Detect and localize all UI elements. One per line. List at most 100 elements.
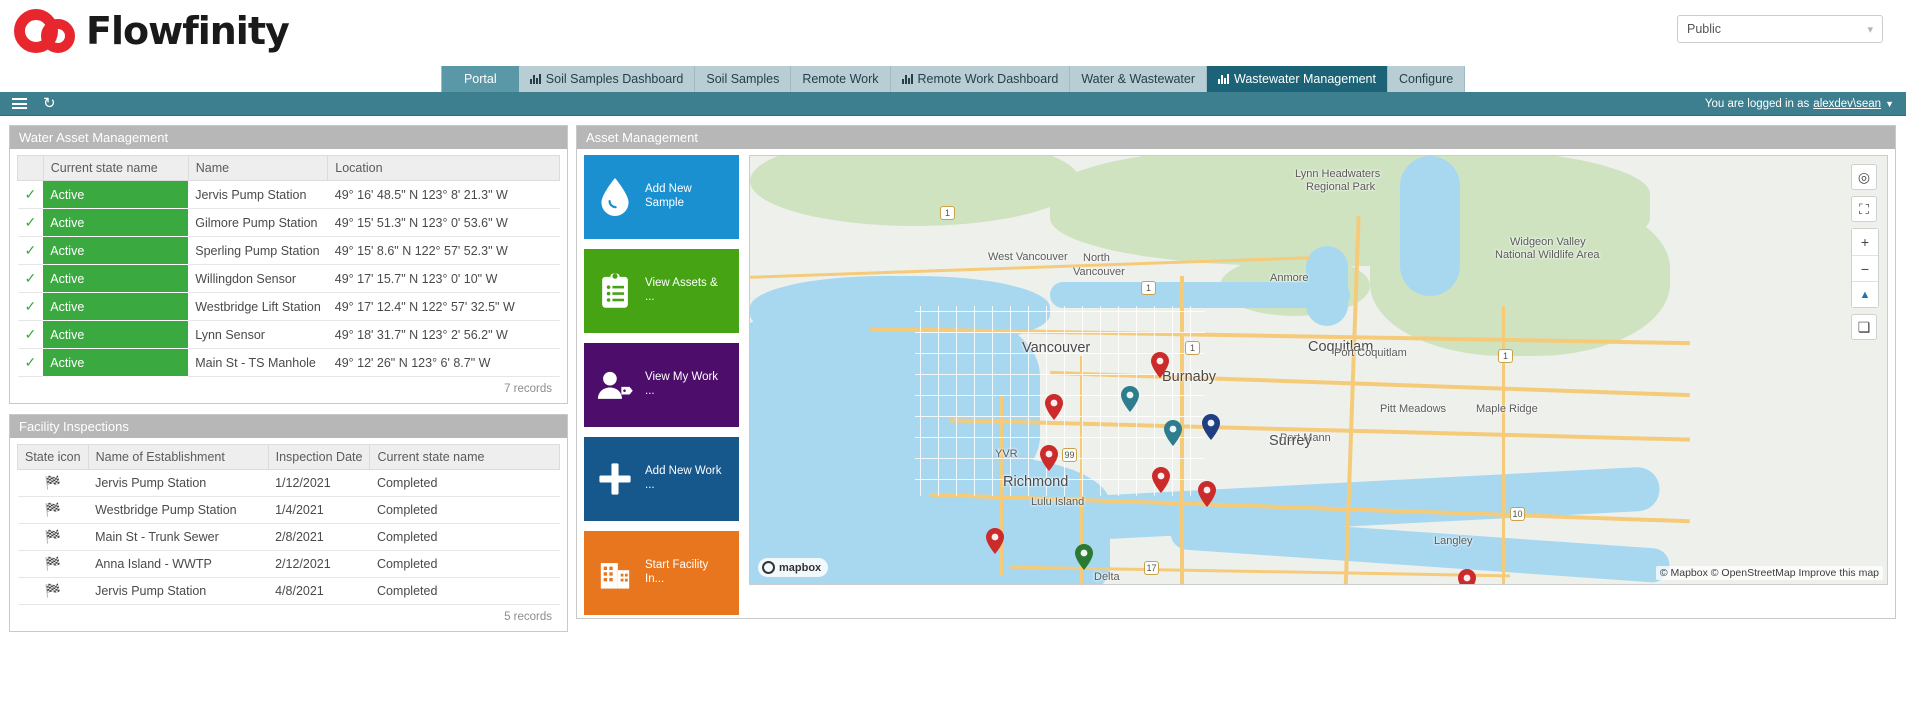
asset-marker[interactable] xyxy=(1458,569,1476,585)
zoom-in-icon[interactable]: + xyxy=(1852,229,1878,255)
column-header[interactable]: Name of Establishment xyxy=(88,445,268,470)
map-water-pitt xyxy=(1400,156,1460,296)
site-select[interactable]: Public ▾ xyxy=(1677,15,1883,43)
hamburger-icon[interactable] xyxy=(12,98,27,109)
layers-icon[interactable]: ❏ xyxy=(1851,314,1877,340)
tab-remote-work[interactable]: Remote Work xyxy=(791,66,890,92)
checkered-flag-icon: 🏁 xyxy=(18,470,89,497)
geolocate-icon[interactable]: ◎ xyxy=(1851,164,1877,190)
column-header[interactable]: Current state name xyxy=(43,156,188,181)
tile-view-assets[interactable]: View Assets & ... xyxy=(584,249,739,333)
compass-icon[interactable]: ▲ xyxy=(1852,281,1878,307)
table-row[interactable]: ✓ActiveLynn Sensor49° 18' 31.7" N 123° 2… xyxy=(18,321,560,349)
table-row[interactable]: ✓ActiveGilmore Pump Station49° 15' 51.3"… xyxy=(18,209,560,237)
tile-view-my-work[interactable]: View My Work ... xyxy=(584,343,739,427)
water-asset-management-panel: Water Asset Management Current state nam… xyxy=(9,125,568,404)
asset-marker[interactable] xyxy=(1075,544,1093,570)
tab-wastewater-management[interactable]: Wastewater Management xyxy=(1207,66,1388,92)
column-header[interactable]: State icon xyxy=(18,445,89,470)
water-asset-table: Current state nameNameLocation ✓ActiveJe… xyxy=(17,155,560,377)
login-status: You are logged in as alexdev\sean ▼ xyxy=(1705,98,1894,110)
checkered-flag-icon: 🏁 xyxy=(18,551,89,578)
column-header[interactable]: Current state name xyxy=(370,445,560,470)
map-attribution: © Mapbox © OpenStreetMap Improve this ma… xyxy=(1656,566,1883,580)
asset-management-panel-body: Add New Sample View Assets & ... View My W… xyxy=(577,149,1895,618)
map-street xyxy=(956,306,957,496)
zoom-controls: + − ▲ xyxy=(1851,228,1879,308)
zoom-out-icon[interactable]: − xyxy=(1852,255,1878,281)
flowfinity-logo[interactable]: Flowfinity xyxy=(14,8,289,54)
asset-marker[interactable] xyxy=(986,528,1004,554)
asset-marker[interactable] xyxy=(1202,414,1220,440)
table-row[interactable]: 🏁Jervis Pump Station1/12/2021Completed xyxy=(18,470,560,497)
refresh-icon[interactable]: ↻ xyxy=(43,96,58,111)
map-water-inlet2 xyxy=(1050,282,1350,308)
map-street xyxy=(1028,306,1029,496)
tab-label: Wastewater Management xyxy=(1234,72,1376,86)
tab-soil-samples-dashboard[interactable]: Soil Samples Dashboard xyxy=(519,66,696,92)
caret-down-icon[interactable]: ▼ xyxy=(1885,99,1894,109)
table-row[interactable]: 🏁Westbridge Pump Station1/4/2021Complete… xyxy=(18,497,560,524)
asset-marker[interactable] xyxy=(1198,481,1216,507)
tab-water-wastewater[interactable]: Water & Wastewater xyxy=(1070,66,1207,92)
state-badge: Active xyxy=(43,209,188,237)
mapbox-logo[interactable]: mapbox xyxy=(758,558,828,577)
water-asset-panel-body: Current state nameNameLocation ✓ActiveJe… xyxy=(10,149,567,403)
username-link[interactable]: alexdev\sean xyxy=(1813,98,1881,110)
asset-marker[interactable] xyxy=(1164,420,1182,446)
table-row[interactable]: ✓ActiveJervis Pump Station49° 16' 48.5" … xyxy=(18,181,560,209)
asset-map[interactable]: Lynn HeadwatersRegional ParkWidgeon Vall… xyxy=(749,155,1888,585)
table-row[interactable]: 🏁Main St - Trunk Sewer2/8/2021Completed xyxy=(18,524,560,551)
map-label: Widgeon Valley xyxy=(1510,236,1586,248)
column-header[interactable]: Location xyxy=(328,156,560,181)
asset-marker[interactable] xyxy=(1040,445,1058,471)
inspection-state: Completed xyxy=(370,497,560,524)
asset-marker[interactable] xyxy=(1121,386,1139,412)
map-label: Lulu Island xyxy=(1031,496,1084,508)
building-icon xyxy=(593,551,637,595)
table-row[interactable]: 🏁Jervis Pump Station4/8/2021Completed xyxy=(18,578,560,605)
column-header[interactable]: Inspection Date xyxy=(268,445,370,470)
column-header[interactable] xyxy=(18,156,44,181)
inspection-date: 1/4/2021 xyxy=(268,497,370,524)
attribution-osm[interactable]: © OpenStreetMap xyxy=(1711,567,1796,579)
map-canvas[interactable]: Lynn HeadwatersRegional ParkWidgeon Vall… xyxy=(750,156,1887,584)
tile-start-facility-in[interactable]: Start Facility In... xyxy=(584,531,739,615)
inspection-state: Completed xyxy=(370,524,560,551)
state-badge: Active xyxy=(43,349,188,377)
attribution-improve[interactable]: Improve this map xyxy=(1798,567,1879,579)
person-tag-icon xyxy=(593,363,637,407)
tab-label: Portal xyxy=(464,72,497,86)
asset-marker[interactable] xyxy=(1045,394,1063,420)
table-row[interactable]: ✓ActiveWestbridge Lift Station49° 17' 12… xyxy=(18,293,560,321)
attribution-mapbox[interactable]: © Mapbox xyxy=(1660,567,1708,579)
table-row[interactable]: ✓ActiveMain St - TS Manhole49° 12' 26" N… xyxy=(18,349,560,377)
tab-soil-samples[interactable]: Soil Samples xyxy=(695,66,791,92)
map-road xyxy=(1502,306,1505,585)
asset-marker[interactable] xyxy=(1151,352,1169,378)
asset-location: 49° 15' 8.6" N 122° 57' 52.3" W xyxy=(328,237,560,265)
route-shield-icon: 17 xyxy=(1144,561,1159,575)
establishment-name: Jervis Pump Station xyxy=(88,470,268,497)
asset-name: Gilmore Pump Station xyxy=(188,209,328,237)
tab-remote-work-dashboard[interactable]: Remote Work Dashboard xyxy=(891,66,1071,92)
tab-portal[interactable]: Portal xyxy=(441,66,519,92)
map-label: National Wildlife Area xyxy=(1495,249,1600,261)
map-street xyxy=(1010,306,1011,496)
fullscreen-icon[interactable]: ⛶ xyxy=(1851,196,1877,222)
row-check-icon: ✓ xyxy=(18,293,44,321)
tab-configure[interactable]: Configure xyxy=(1388,66,1465,92)
map-label: West Vancouver xyxy=(988,251,1068,263)
tile-add-new-sample[interactable]: Add New Sample xyxy=(584,155,739,239)
table-row[interactable]: 🏁Anna Island - WWTP2/12/2021Completed xyxy=(18,551,560,578)
map-street xyxy=(1118,306,1119,496)
table-header-row: Current state nameNameLocation xyxy=(18,156,560,181)
asset-marker[interactable] xyxy=(1152,467,1170,493)
tile-add-new-work[interactable]: Add New Work ... xyxy=(584,437,739,521)
asset-management-panel-title: Asset Management xyxy=(577,126,1895,149)
column-header[interactable]: Name xyxy=(188,156,328,181)
brand-name: Flowfinity xyxy=(86,9,289,53)
table-row[interactable]: ✓ActiveSperling Pump Station49° 15' 8.6"… xyxy=(18,237,560,265)
table-row[interactable]: ✓ActiveWillingdon Sensor49° 17' 15.7" N … xyxy=(18,265,560,293)
row-check-icon: ✓ xyxy=(18,237,44,265)
